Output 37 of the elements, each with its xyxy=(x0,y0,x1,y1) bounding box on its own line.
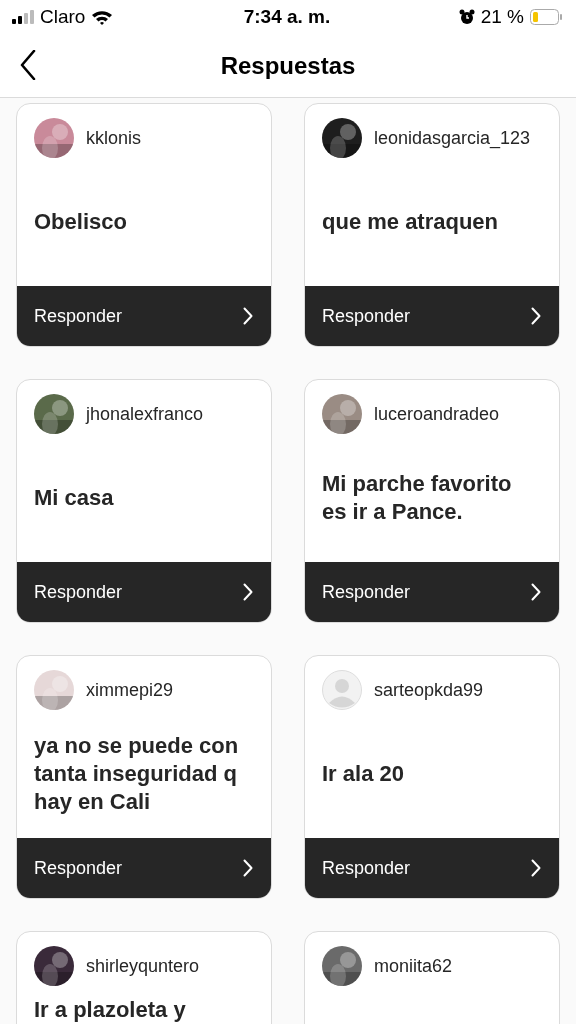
chevron-right-icon xyxy=(531,859,541,877)
alarm-icon xyxy=(458,9,475,25)
battery-icon xyxy=(530,9,562,25)
username: leonidasgarcia_123 xyxy=(374,127,531,149)
response-text: ya no se puede con tanta inseguridad q hay en Cali xyxy=(34,732,240,816)
chevron-right-icon xyxy=(243,859,253,877)
carrier-name: Claro xyxy=(40,6,86,28)
response-text: Ir a plazoleta y xyxy=(34,996,186,1024)
page-title: Respuestas xyxy=(220,51,356,80)
response-text: que me atraquen xyxy=(322,208,499,236)
status-time: 7:34 a. m. xyxy=(243,6,331,28)
chevron-right-icon xyxy=(531,583,541,601)
response-text: Ir ala 20 xyxy=(322,760,404,788)
response-text: Mi casa xyxy=(34,484,114,512)
reply-button[interactable]: Responder xyxy=(17,838,271,898)
battery-percent: 21 % xyxy=(480,6,524,28)
wifi-icon xyxy=(91,9,114,25)
reply-button[interactable]: Responder xyxy=(305,562,559,622)
chevron-right-icon xyxy=(243,583,253,601)
reply-button[interactable]: Responder xyxy=(17,562,271,622)
reply-button[interactable]: Responder xyxy=(17,286,271,346)
chevron-right-icon xyxy=(531,307,541,325)
username: shirleyquntero xyxy=(86,955,200,977)
response-text: Mi parche favorito es ir a Pance. xyxy=(322,470,513,526)
signal-icon xyxy=(12,10,34,24)
response-text: Obelisco xyxy=(34,208,127,236)
username: luceroandradeo xyxy=(374,403,500,425)
default-avatar-icon xyxy=(322,670,362,710)
username: kklonis xyxy=(86,127,142,149)
reply-button[interactable]: Responder xyxy=(305,838,559,898)
back-icon xyxy=(20,50,36,80)
username: ximmepi29 xyxy=(86,679,174,701)
username: sarteopkda99 xyxy=(374,679,484,701)
username: jhonalexfranco xyxy=(86,403,204,425)
chevron-right-icon xyxy=(243,307,253,325)
reply-button[interactable]: Responder xyxy=(305,286,559,346)
username: moniita62 xyxy=(374,955,453,977)
